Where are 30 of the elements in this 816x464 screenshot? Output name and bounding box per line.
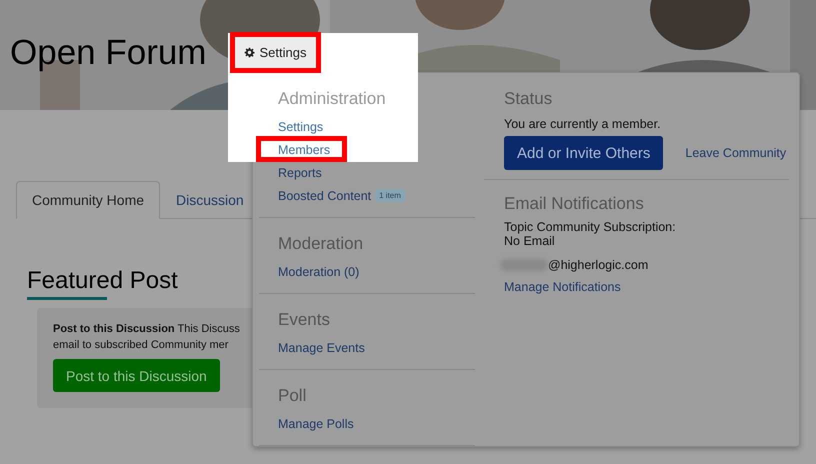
- menu-heading: Events: [278, 309, 331, 331]
- menu-link[interactable]: Settings: [278, 120, 324, 134]
- menu-link[interactable]: Members: [278, 142, 330, 156]
- card-text: email to subscribed Community mer: [53, 338, 230, 353]
- menu-heading: Poll: [278, 385, 308, 407]
- card-text: Post to this Discussion This Discuss: [53, 322, 241, 337]
- post-button[interactable]: Post to this Discussion: [53, 359, 220, 392]
- gear-icon: [244, 47, 256, 58]
- panel-heading: Email Notifications: [504, 193, 645, 215]
- tab[interactable]: Community Home: [16, 181, 160, 219]
- count-badge: 1 item: [375, 189, 405, 202]
- tab[interactable]: Discussion: [160, 181, 260, 219]
- email-address: @higherlogic.com: [548, 257, 648, 274]
- subscription-label: Topic Community Subscription:: [504, 220, 677, 234]
- notifications-link[interactable]: Manage Notifications: [504, 280, 621, 294]
- settings-button[interactable]: Settings: [230, 32, 322, 73]
- subscription-value: No Email: [504, 234, 556, 248]
- menu-link[interactable]: Boosted Content: [278, 188, 372, 202]
- page-title: Open Forum: [10, 32, 206, 72]
- menu-heading: Administration: [278, 88, 387, 110]
- status-text: You are currently a member.: [504, 116, 662, 133]
- menu-link[interactable]: Reports: [278, 166, 322, 180]
- leave-link[interactable]: Leave Community: [685, 146, 786, 160]
- section-heading: Featured Post: [27, 267, 178, 295]
- menu-link[interactable]: Manage Events: [278, 340, 365, 354]
- panel-heading: Status: [504, 88, 554, 110]
- invite-button[interactable]: Add or Invite Others: [504, 136, 664, 170]
- menu-heading: Moderation: [278, 233, 364, 255]
- menu-link[interactable]: Manage Polls: [278, 416, 354, 430]
- menu-link[interactable]: Moderation (0): [278, 264, 360, 278]
